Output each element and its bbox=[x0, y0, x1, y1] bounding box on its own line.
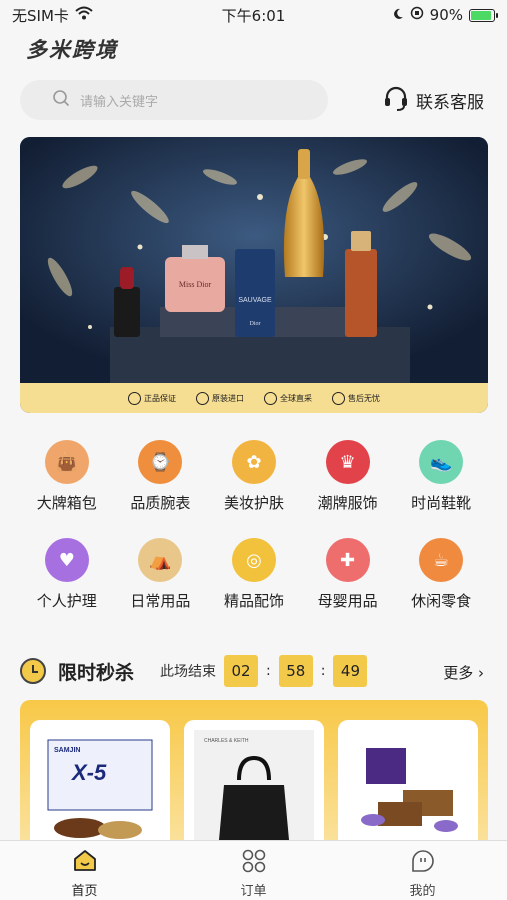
promo-banner[interactable]: Miss Dior SAUVAGE Dior 正品保证 原装进口 全球直采 售后… bbox=[20, 137, 488, 413]
category-item[interactable]: 👜 大牌箱包 bbox=[20, 440, 114, 513]
category-item[interactable]: 👟 时尚鞋靴 bbox=[394, 440, 488, 513]
countdown-separator: : bbox=[266, 663, 271, 679]
stroller-icon: ✚ bbox=[325, 538, 370, 582]
product-card[interactable]: CHARLES & KEITH bbox=[184, 720, 324, 840]
bag-icon: 👜 bbox=[44, 440, 89, 484]
contact-service-button[interactable]: 联系客服 bbox=[382, 84, 484, 117]
tab-bar: 首页 订单 我的 bbox=[0, 840, 507, 900]
more-link[interactable]: 更多 › bbox=[443, 662, 484, 683]
watch-icon: ⌚ bbox=[138, 440, 183, 484]
product-image: CHARLES & KEITH bbox=[194, 730, 314, 840]
product-image: SAMJIN X-5 bbox=[47, 739, 153, 839]
care-hand-icon: ♥ bbox=[44, 538, 89, 582]
bracelet-icon: ◎ bbox=[231, 538, 276, 582]
category-label: 日常用品 bbox=[130, 592, 191, 610]
search-icon bbox=[52, 89, 70, 111]
headset-icon bbox=[332, 391, 345, 405]
guarantee-strip: 正品保证 原装进口 全球直采 售后无忧 bbox=[20, 383, 488, 413]
brand-logo: 多米跨境 bbox=[26, 38, 118, 62]
orientation-lock-icon bbox=[410, 6, 424, 24]
category-item[interactable]: ♥ 个人护理 bbox=[20, 538, 114, 611]
category-label: 时尚鞋靴 bbox=[411, 494, 472, 512]
guarantee-label: 原装进口 bbox=[212, 393, 244, 403]
tent-icon: ⛺ bbox=[138, 538, 183, 582]
sneaker-icon: 👟 bbox=[419, 440, 464, 484]
shield-icon bbox=[128, 391, 141, 405]
product-card[interactable]: SAMJIN X-5 bbox=[30, 720, 170, 840]
clock-icon bbox=[20, 658, 46, 684]
tab-home[interactable]: 首页 bbox=[0, 841, 169, 900]
countdown-hours: 02 bbox=[224, 655, 259, 687]
countdown-minutes: 58 bbox=[278, 655, 313, 687]
headset-icon bbox=[382, 84, 410, 117]
tab-label: 我的 bbox=[409, 884, 436, 899]
category-item[interactable]: ✚ 母婴用品 bbox=[301, 538, 395, 611]
status-time: 下午6:01 bbox=[221, 7, 286, 25]
cosmetics-icon: ✿ bbox=[231, 440, 276, 484]
wifi-icon bbox=[75, 6, 93, 24]
moon-icon bbox=[392, 6, 404, 24]
category-label: 母婴用品 bbox=[317, 592, 378, 610]
category-item[interactable]: ♛ 潮牌服饰 bbox=[301, 440, 395, 513]
plane-icon bbox=[196, 391, 209, 405]
guarantee-label: 正品保证 bbox=[144, 393, 176, 403]
category-label: 精品配饰 bbox=[223, 592, 284, 610]
contact-service-label: 联系客服 bbox=[416, 93, 484, 113]
search-placeholder: 请输入关键字 bbox=[80, 94, 159, 110]
category-label: 休闲零食 bbox=[411, 592, 472, 610]
snack-icon: ☕ bbox=[419, 538, 464, 582]
category-label: 个人护理 bbox=[36, 592, 97, 610]
guarantee-label: 售后无忧 bbox=[348, 393, 380, 403]
banner-image: Miss Dior SAUVAGE Dior bbox=[20, 137, 488, 383]
countdown-separator: : bbox=[320, 663, 326, 679]
category-label: 大牌箱包 bbox=[36, 494, 97, 512]
status-bar: 无SIM卡 下午6:01 90% bbox=[0, 0, 507, 30]
tab-label: 订单 bbox=[240, 884, 267, 899]
category-item[interactable]: ⌚ 品质腕表 bbox=[114, 440, 208, 513]
search-input[interactable]: 请输入关键字 bbox=[20, 80, 328, 120]
product-brand: CHARLES & KEITH bbox=[204, 738, 249, 744]
category-item[interactable]: ☕ 休闲零食 bbox=[394, 538, 488, 611]
more-label: 更多 bbox=[443, 664, 474, 682]
category-item[interactable]: ✿ 美妆护肤 bbox=[207, 440, 301, 513]
guarantee-global: 全球直采 bbox=[264, 391, 312, 405]
globe-icon bbox=[264, 391, 277, 405]
tab-profile[interactable]: 我的 bbox=[338, 841, 507, 900]
tab-orders[interactable]: 订单 bbox=[169, 841, 338, 900]
product-card[interactable] bbox=[338, 720, 478, 840]
guarantee-label: 全球直采 bbox=[280, 393, 312, 403]
tab-label: 首页 bbox=[71, 884, 98, 899]
home-icon bbox=[72, 849, 98, 877]
grid-icon bbox=[241, 849, 267, 877]
category-item[interactable]: ⛺ 日常用品 bbox=[114, 538, 208, 611]
category-item[interactable]: ◎ 精品配饰 bbox=[207, 538, 301, 611]
banner-text-miss-dior: Miss Dior bbox=[179, 280, 212, 289]
chevron-right-icon: › bbox=[478, 664, 484, 682]
battery-percent: 90% bbox=[429, 6, 463, 24]
category-label: 美妆护肤 bbox=[223, 494, 284, 512]
carrier-label: 无SIM卡 bbox=[12, 6, 69, 25]
product-brand: SAMJIN bbox=[54, 747, 80, 754]
product-name: X-5 bbox=[70, 760, 107, 785]
product-image bbox=[348, 730, 468, 840]
banner-text-sauvage: SAUVAGE bbox=[238, 297, 272, 304]
mannequin-icon: ♛ bbox=[325, 440, 370, 484]
category-grid: 👜 大牌箱包 ⌚ 品质腕表 ✿ 美妆护肤 ♛ 潮牌服饰 👟 时尚鞋靴 ♥ 个人护理 ⛺ 日常用品 ◎ 精品配饰… bbox=[20, 440, 488, 611]
guarantee-imported: 原装进口 bbox=[196, 391, 244, 405]
banner-text-dior: Dior bbox=[250, 321, 261, 327]
category-label: 潮牌服饰 bbox=[317, 494, 378, 512]
category-label: 品质腕表 bbox=[130, 494, 191, 512]
flash-sale-header: 限时秒杀 此场结束 02 : 58 : 49 更多 › bbox=[20, 655, 488, 687]
battery-icon bbox=[469, 8, 498, 22]
guarantee-authentic: 正品保证 bbox=[128, 391, 176, 405]
flash-sale-title: 限时秒杀 bbox=[58, 661, 135, 684]
flash-sale-ends-label: 此场结束 bbox=[160, 664, 217, 680]
guarantee-aftersale: 售后无忧 bbox=[332, 391, 380, 405]
countdown-seconds: 49 bbox=[333, 655, 368, 687]
flash-sale-products: SAMJIN X-5 CHARLES & KEITH bbox=[20, 700, 488, 840]
profile-icon bbox=[410, 849, 436, 877]
